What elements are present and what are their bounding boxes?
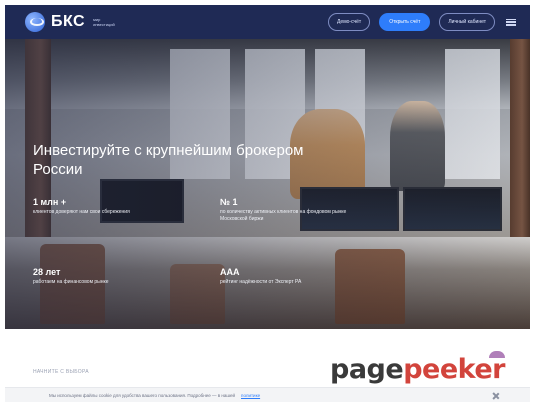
menu-icon[interactable]	[506, 18, 516, 26]
stat-value: 28 лет	[33, 267, 61, 277]
stat-value: 1 млн +	[33, 197, 67, 207]
stat-value: № 1	[220, 197, 238, 207]
watermark-peeker: peeker	[403, 354, 505, 385]
cookie-banner: Мы используем файлы cookie для удобства …	[5, 387, 530, 402]
stat-rating: AAA рейтинг надёжности от Эксперт РА	[220, 267, 370, 286]
stat-label: рейтинг надёжности от Эксперт РА	[220, 279, 302, 285]
stat-clients: 1 млн + клиентов доверяют нам свои сбере…	[33, 197, 193, 216]
stat-value: AAA	[220, 267, 240, 277]
open-account-button[interactable]: Открыть счёт	[379, 13, 431, 31]
hero-banner: Инвестируйте с крупнейшим брокером Росси…	[5, 39, 530, 329]
watermark: pagepeeker	[330, 355, 505, 385]
header-actions: Демо-счёт Открыть счёт Личный кабинет	[328, 13, 516, 31]
stat-label: работаем на финансовом рынке	[33, 279, 109, 285]
stat-label: клиентов доверяют нам свои сбережения	[33, 209, 130, 215]
demo-account-button[interactable]: Демо-счёт	[328, 13, 371, 31]
personal-cabinet-button[interactable]: Личный кабинет	[439, 13, 495, 31]
stat-years: 28 лет работаем на финансовом рынке	[33, 267, 193, 286]
close-icon[interactable]	[492, 392, 500, 400]
hero-title: Инвестируйте с крупнейшим брокером Росси…	[33, 142, 304, 178]
page-frame: БКС мир инвестиций Демо-счёт Открыть счё…	[5, 5, 530, 402]
top-navigation-bar: БКС мир инвестиций Демо-счёт Открыть счё…	[5, 5, 530, 39]
stat-rank: № 1 по количеству активных клиентов на ф…	[220, 197, 370, 223]
cookie-text: Мы используем файлы cookie для удобства …	[49, 393, 236, 398]
section-label: НАЧНИТЕ С ВЫБОРА	[33, 369, 89, 375]
cookie-policy-link[interactable]: политике	[241, 393, 260, 398]
logo-subtitle-line-2: инвестиций	[93, 22, 115, 27]
logo[interactable]: БКС мир инвестиций	[25, 12, 115, 32]
watermark-page: page	[330, 354, 404, 385]
logo-subtitle: мир инвестиций	[93, 17, 115, 27]
logo-globe-icon	[25, 12, 45, 32]
stat-label: по количеству активных клиентов на фондо…	[220, 209, 347, 222]
logo-text: БКС	[51, 13, 86, 30]
